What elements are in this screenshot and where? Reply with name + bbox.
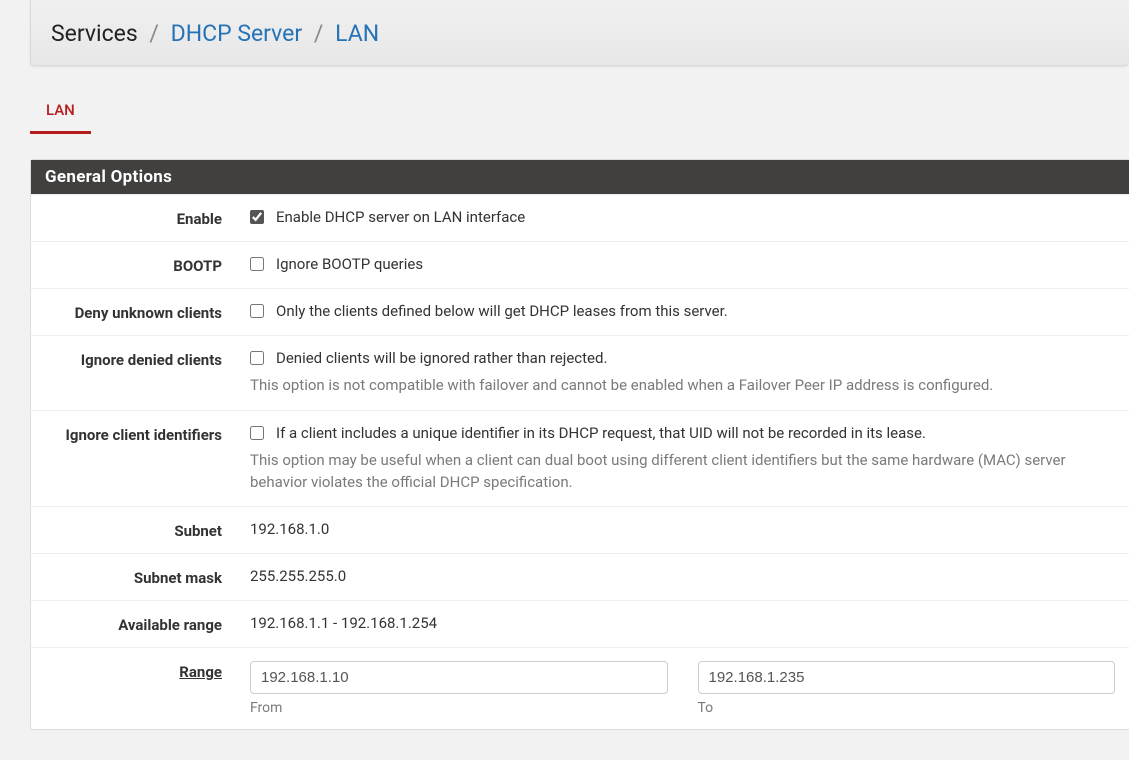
ignore-cid-checkbox-wrap[interactable]: If a client includes a unique identifier… bbox=[250, 424, 1115, 442]
range-to-input[interactable] bbox=[698, 661, 1116, 694]
row-enable: Enable Enable DHCP server on LAN interfa… bbox=[31, 194, 1129, 241]
ignore-cid-help: This option may be useful when a client … bbox=[250, 450, 1115, 494]
row-deny-unknown: Deny unknown clients Only the clients de… bbox=[31, 288, 1129, 335]
breadcrumb-sep: / bbox=[143, 20, 165, 47]
range-from-sub: From bbox=[250, 700, 668, 716]
label-ignore-cid: Ignore client identifiers bbox=[45, 424, 250, 444]
label-available-range: Available range bbox=[45, 614, 250, 634]
bootp-text: Ignore BOOTP queries bbox=[276, 255, 423, 273]
ignore-cid-text: If a client includes a unique identifier… bbox=[276, 424, 926, 442]
label-range: Range bbox=[45, 661, 250, 681]
label-ignore-denied: Ignore denied clients bbox=[45, 349, 250, 369]
row-range: Range From To bbox=[31, 647, 1129, 729]
subnet-value: 192.168.1.0 bbox=[250, 520, 1115, 538]
ignore-denied-help: This option is not compatible with failo… bbox=[250, 375, 1115, 397]
enable-text: Enable DHCP server on LAN interface bbox=[276, 208, 525, 226]
deny-unknown-checkbox[interactable] bbox=[250, 304, 264, 318]
general-options-panel: General Options Enable Enable DHCP serve… bbox=[30, 159, 1129, 730]
label-enable: Enable bbox=[45, 208, 250, 228]
ignore-denied-checkbox[interactable] bbox=[250, 351, 264, 365]
breadcrumb-dhcp-server[interactable]: DHCP Server bbox=[171, 20, 303, 47]
breadcrumb: Services / DHCP Server / LAN bbox=[30, 0, 1129, 66]
row-ignore-denied: Ignore denied clients Denied clients wil… bbox=[31, 335, 1129, 410]
deny-unknown-text: Only the clients defined below will get … bbox=[276, 302, 728, 320]
label-bootp: BOOTP bbox=[45, 255, 250, 275]
breadcrumb-sep: / bbox=[308, 20, 330, 47]
enable-checkbox-wrap[interactable]: Enable DHCP server on LAN interface bbox=[250, 208, 1115, 226]
row-subnet: Subnet 192.168.1.0 bbox=[31, 506, 1129, 553]
label-subnet-mask: Subnet mask bbox=[45, 567, 250, 587]
enable-checkbox[interactable] bbox=[250, 210, 264, 224]
ignore-denied-text: Denied clients will be ignored rather th… bbox=[276, 349, 607, 367]
tab-lan[interactable]: LAN bbox=[30, 91, 91, 134]
breadcrumb-root: Services bbox=[51, 20, 138, 47]
label-subnet: Subnet bbox=[45, 520, 250, 540]
bootp-checkbox-wrap[interactable]: Ignore BOOTP queries bbox=[250, 255, 1115, 273]
ignore-denied-checkbox-wrap[interactable]: Denied clients will be ignored rather th… bbox=[250, 349, 1115, 367]
range-from-input[interactable] bbox=[250, 661, 668, 694]
row-available-range: Available range 192.168.1.1 - 192.168.1.… bbox=[31, 600, 1129, 647]
breadcrumb-lan[interactable]: LAN bbox=[335, 20, 379, 47]
ignore-cid-checkbox[interactable] bbox=[250, 426, 264, 440]
row-bootp: BOOTP Ignore BOOTP queries bbox=[31, 241, 1129, 288]
deny-unknown-checkbox-wrap[interactable]: Only the clients defined below will get … bbox=[250, 302, 1115, 320]
range-to-sub: To bbox=[698, 700, 1116, 716]
available-range-value: 192.168.1.1 - 192.168.1.254 bbox=[250, 614, 1115, 632]
subnet-mask-value: 255.255.255.0 bbox=[250, 567, 1115, 585]
panel-title: General Options bbox=[31, 160, 1129, 194]
label-deny-unknown: Deny unknown clients bbox=[45, 302, 250, 322]
row-subnet-mask: Subnet mask 255.255.255.0 bbox=[31, 553, 1129, 600]
bootp-checkbox[interactable] bbox=[250, 257, 264, 271]
row-ignore-cid: Ignore client identifiers If a client in… bbox=[31, 410, 1129, 507]
tabs: LAN bbox=[30, 91, 1129, 134]
